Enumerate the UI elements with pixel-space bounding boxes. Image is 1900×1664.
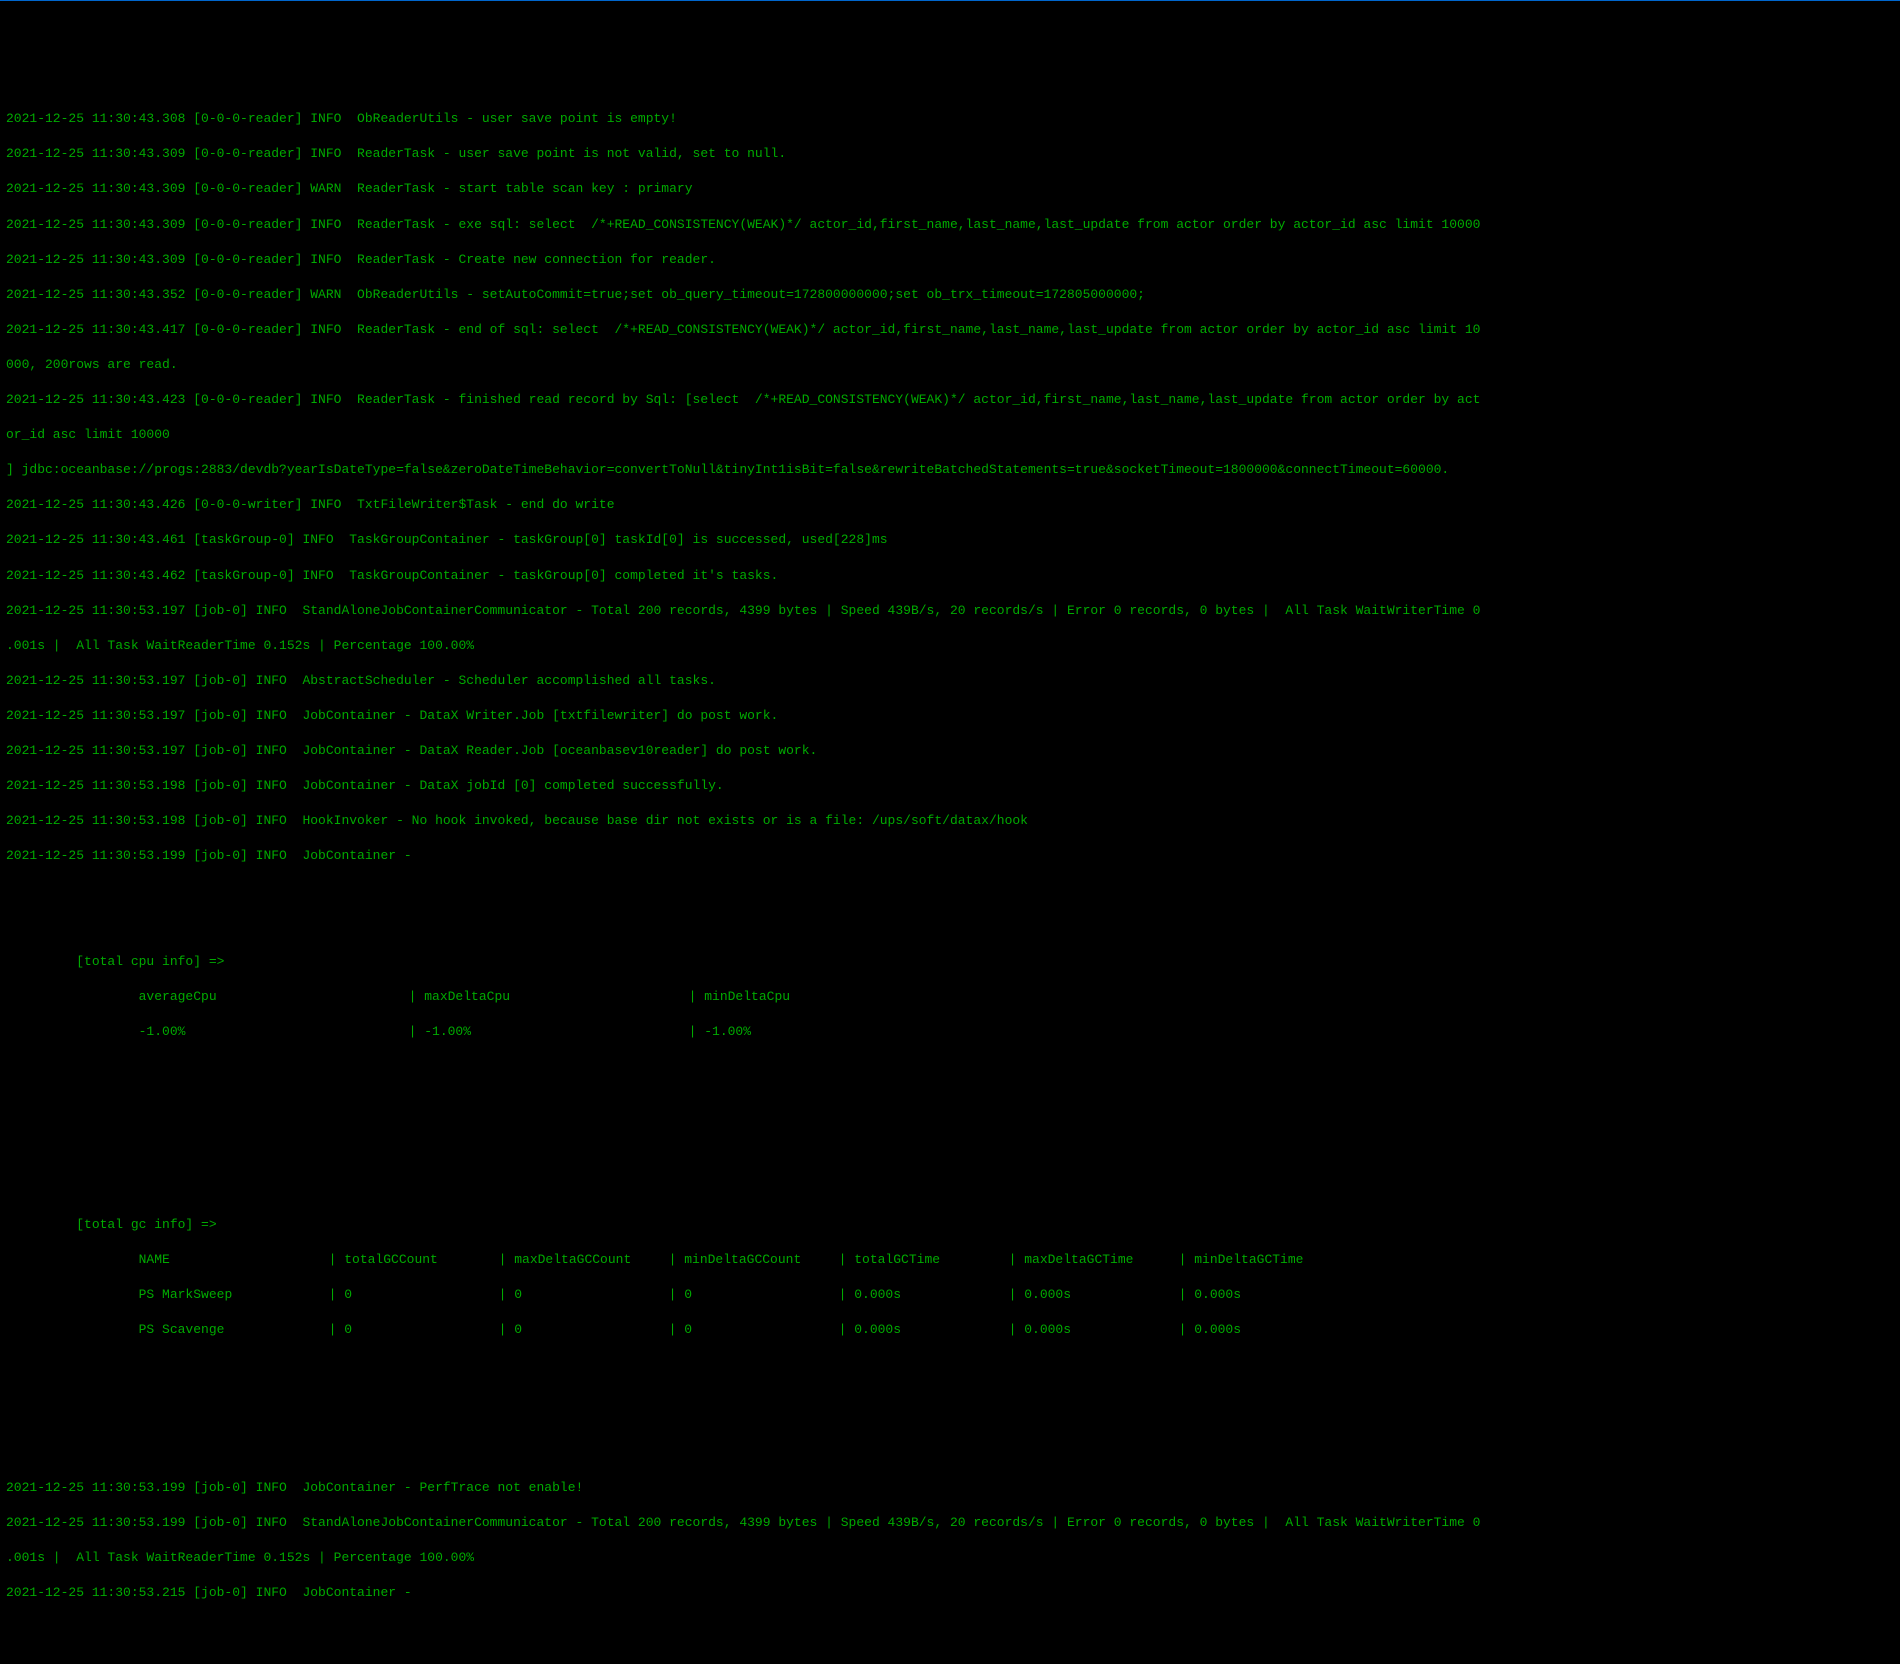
cpu-col-max: | maxDeltaCpu (409, 988, 689, 1006)
log-line: 2021-12-25 11:30:53.199 [job-0] INFO Job… (6, 1479, 1894, 1497)
log-line: 2021-12-25 11:30:43.462 [taskGroup-0] IN… (6, 567, 1894, 585)
gc-name: PS Scavenge (139, 1321, 329, 1339)
log-line: 2021-12-25 11:30:43.461 [taskGroup-0] IN… (6, 531, 1894, 549)
log-line: or_id asc limit 10000 (6, 426, 1894, 444)
log-line: 2021-12-25 11:30:43.309 [0-0-0-reader] I… (6, 145, 1894, 163)
gc-total-time: | 0.000s (839, 1286, 1009, 1304)
cpu-val-min: | -1.00% (689, 1023, 751, 1041)
gc-col-name: NAME (139, 1251, 329, 1269)
cpu-val-max: | -1.00% (409, 1023, 689, 1041)
log-line: 2021-12-25 11:30:53.197 [job-0] INFO Job… (6, 707, 1894, 725)
log-line: 2021-12-25 11:30:53.197 [job-0] INFO Job… (6, 742, 1894, 760)
cpu-info-header: [total cpu info] => (76, 954, 224, 969)
log-line: 2021-12-25 11:30:53.198 [job-0] INFO Hoo… (6, 812, 1894, 830)
indent (6, 1024, 139, 1039)
indent (6, 1287, 139, 1302)
gc-min-count: | 0 (669, 1321, 839, 1339)
cpu-col-min: | minDeltaCpu (689, 988, 790, 1006)
indent (6, 1217, 76, 1232)
log-line: 2021-12-25 11:30:43.417 [0-0-0-reader] I… (6, 321, 1894, 339)
gc-col-max-time: | maxDeltaGCTime (1009, 1251, 1179, 1269)
log-line: 2021-12-25 11:30:43.352 [0-0-0-reader] W… (6, 286, 1894, 304)
gc-min-time: | 0.000s (1179, 1286, 1349, 1304)
gc-row: PS MarkSweep| 0| 0| 0| 0.000s| 0.000s| 0… (6, 1286, 1894, 1304)
log-line: 2021-12-25 11:30:53.198 [job-0] INFO Job… (6, 777, 1894, 795)
indent (6, 1252, 139, 1267)
indent (6, 1322, 139, 1337)
cpu-info-section: [total cpu info] => averageCpu| maxDelta… (6, 935, 1894, 1058)
indent (6, 954, 76, 969)
cpu-val-avg: -1.00% (139, 1023, 409, 1041)
log-line: ] jdbc:oceanbase://progs:2883/devdb?year… (6, 461, 1894, 479)
terminal-log: 2021-12-25 11:30:43.308 [0-0-0-reader] I… (6, 93, 1894, 883)
gc-info-section: [total gc info] => NAME| totalGCCount| m… (6, 1198, 1894, 1356)
gc-row: PS Scavenge| 0| 0| 0| 0.000s| 0.000s| 0.… (6, 1321, 1894, 1339)
cpu-col-avg: averageCpu (139, 988, 409, 1006)
gc-col-total-count: | totalGCCount (329, 1251, 499, 1269)
log-line: 2021-12-25 11:30:43.309 [0-0-0-reader] W… (6, 180, 1894, 198)
log-line: .001s | All Task WaitReaderTime 0.152s |… (6, 1549, 1894, 1567)
log-line: 2021-12-25 11:30:53.199 [job-0] INFO Sta… (6, 1514, 1894, 1532)
log-line: 2021-12-25 11:30:53.199 [job-0] INFO Job… (6, 847, 1894, 865)
log-line: 2021-12-25 11:30:43.309 [0-0-0-reader] I… (6, 251, 1894, 269)
log-line: 000, 200rows are read. (6, 356, 1894, 374)
log-line: 2021-12-25 11:30:53.197 [job-0] INFO Sta… (6, 602, 1894, 620)
gc-max-time: | 0.000s (1009, 1286, 1179, 1304)
gc-min-time: | 0.000s (1179, 1321, 1349, 1339)
gc-info-header: [total gc info] => (76, 1217, 216, 1232)
gc-name: PS MarkSweep (139, 1286, 329, 1304)
gc-total-time: | 0.000s (839, 1321, 1009, 1339)
gc-max-count: | 0 (499, 1286, 669, 1304)
gc-max-time: | 0.000s (1009, 1321, 1179, 1339)
log-line: 2021-12-25 11:30:53.215 [job-0] INFO Job… (6, 1584, 1894, 1602)
gc-col-total-time: | totalGCTime (839, 1251, 1009, 1269)
gc-max-count: | 0 (499, 1321, 669, 1339)
gc-col-min-time: | minDeltaGCTime (1179, 1251, 1349, 1269)
gc-col-max-count: | maxDeltaGCCount (499, 1251, 669, 1269)
log-line: 2021-12-25 11:30:43.309 [0-0-0-reader] I… (6, 216, 1894, 234)
gc-total-count: | 0 (329, 1286, 499, 1304)
log-line: 2021-12-25 11:30:53.197 [job-0] INFO Abs… (6, 672, 1894, 690)
gc-min-count: | 0 (669, 1286, 839, 1304)
gc-total-count: | 0 (329, 1321, 499, 1339)
log-line: 2021-12-25 11:30:43.423 [0-0-0-reader] I… (6, 391, 1894, 409)
log-line: 2021-12-25 11:30:43.308 [0-0-0-reader] I… (6, 110, 1894, 128)
log-line: 2021-12-25 11:30:43.426 [0-0-0-writer] I… (6, 496, 1894, 514)
gc-col-min-count: | minDeltaGCCount (669, 1251, 839, 1269)
indent (6, 989, 139, 1004)
terminal-log-trailing: 2021-12-25 11:30:53.199 [job-0] INFO Job… (6, 1461, 1894, 1619)
log-line: .001s | All Task WaitReaderTime 0.152s |… (6, 637, 1894, 655)
